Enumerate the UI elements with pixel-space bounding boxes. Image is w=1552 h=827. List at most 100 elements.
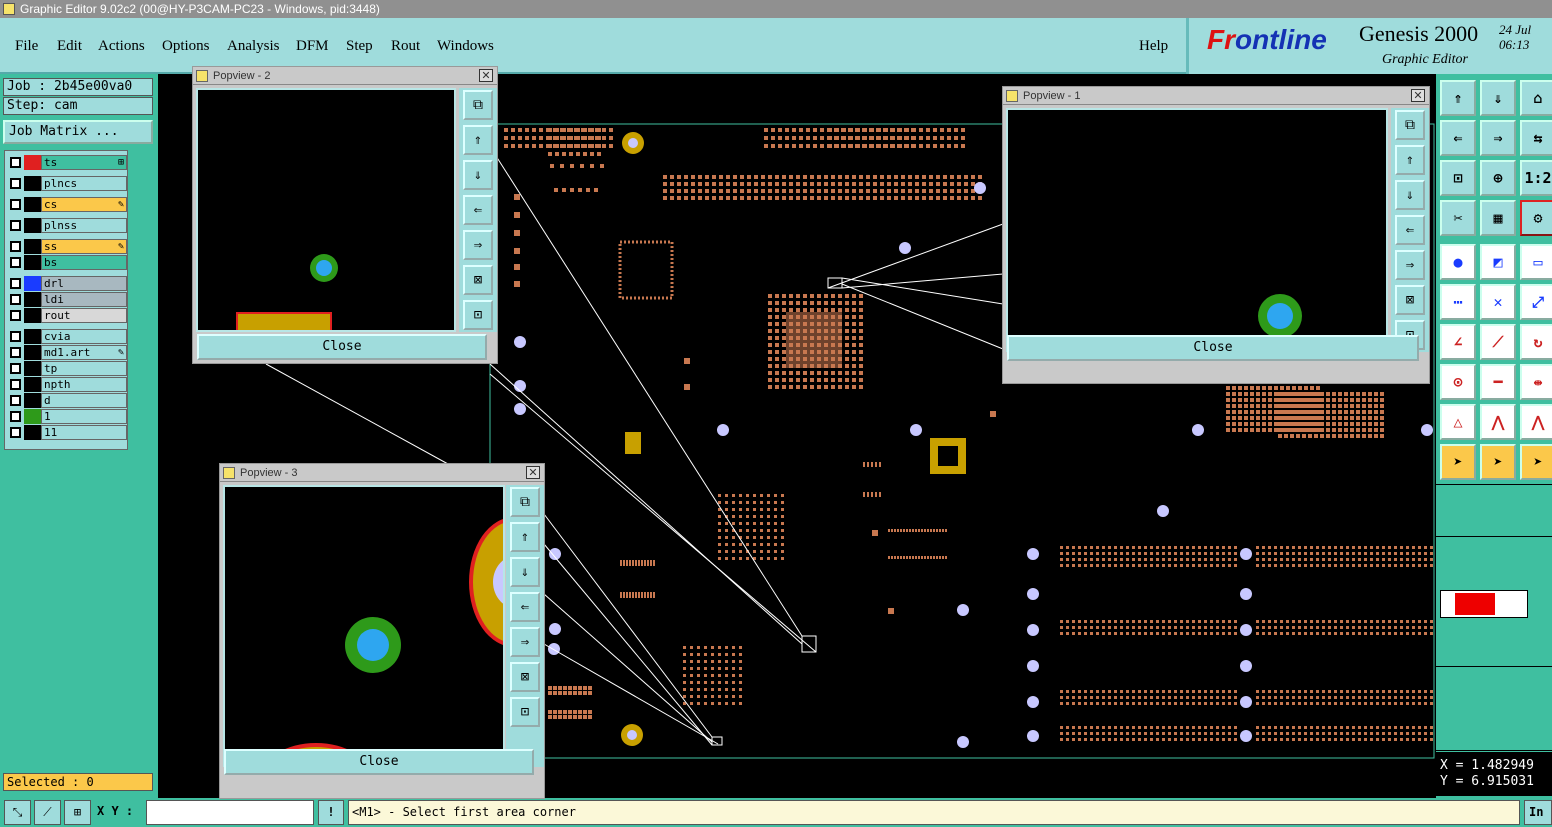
layer-row-bs[interactable]: bs <box>7 255 127 270</box>
layer-name[interactable]: 1 <box>41 409 127 424</box>
popview-1-titlebar[interactable]: Popview - 1 ✕ <box>1003 87 1429 105</box>
close-icon[interactable]: ✕ <box>1411 89 1425 102</box>
layer-checkbox[interactable] <box>10 241 21 252</box>
tool-3-2-icon[interactable]: ⚙ <box>1520 200 1552 236</box>
grid-icon[interactable]: ⊞ <box>64 800 91 825</box>
zoom-window-icon[interactable]: ⧉ <box>510 487 540 517</box>
menu-rout[interactable]: Rout <box>391 38 420 55</box>
tool-7-1-icon[interactable]: ━ <box>1480 364 1516 400</box>
pan-down-icon[interactable]: ⇓ <box>1395 180 1425 210</box>
menu-file[interactable]: File <box>15 38 38 55</box>
tool-4-0-icon[interactable]: ● <box>1440 244 1476 280</box>
layer-color-swatch[interactable] <box>24 176 41 191</box>
layer-checkbox[interactable] <box>10 411 21 422</box>
menu-edit[interactable]: Edit <box>57 38 82 55</box>
layer-name[interactable]: ts ⊞ <box>41 155 127 170</box>
popview-1-viewport[interactable] <box>1006 108 1388 352</box>
tool-5-1-icon[interactable]: ✕ <box>1480 284 1516 320</box>
menu-step[interactable]: Step <box>346 38 373 55</box>
layer-name[interactable]: md1.art ✎ <box>41 345 127 360</box>
zoom-in-icon[interactable]: ⊠ <box>1395 285 1425 315</box>
popview-3-window[interactable]: Popview - 3 ✕ ⧉ ⇑ ⇓ ⇐ ⇒ ⊠ ⊡ Close <box>219 463 545 799</box>
popview-1-window[interactable]: Popview - 1✕⧉⇑⇓⇐⇒⊠⊡Close <box>1002 86 1430 384</box>
menu-windows[interactable]: Windows <box>437 38 494 55</box>
layer-checkbox[interactable] <box>10 220 21 231</box>
menu-analysis[interactable]: Analysis <box>227 38 280 55</box>
popview-1-close-button[interactable]: Close <box>1007 335 1419 361</box>
popview-3-viewport[interactable] <box>223 485 505 767</box>
popview-2-titlebar[interactable]: Popview - 2 ✕ <box>193 67 497 85</box>
tool-1-1-icon[interactable]: ⇒ <box>1480 120 1516 156</box>
layer-row-11[interactable]: 11 <box>7 425 127 440</box>
layer-name[interactable]: ldi <box>41 292 127 307</box>
layer-color-swatch[interactable] <box>24 345 41 360</box>
layer-name[interactable]: drl <box>41 276 127 291</box>
layer-name[interactable]: rout <box>41 308 127 323</box>
layer-color-swatch[interactable] <box>24 377 41 392</box>
zoom-window-icon[interactable]: ⧉ <box>463 90 493 120</box>
close-icon[interactable]: ✕ <box>479 69 493 82</box>
tool-8-2-icon[interactable]: ⋀ <box>1520 404 1552 440</box>
layer-row-npth[interactable]: npth <box>7 377 127 392</box>
tool-4-2-icon[interactable]: ▭ <box>1520 244 1552 280</box>
popview-2-viewport[interactable] <box>196 88 456 332</box>
menu-help[interactable]: Help <box>1139 38 1168 55</box>
menu-actions[interactable]: Actions <box>98 38 145 55</box>
layer-color-swatch[interactable] <box>24 218 41 233</box>
layer-color-swatch[interactable] <box>24 361 41 376</box>
layer-color-swatch[interactable] <box>24 308 41 323</box>
pan-right-icon[interactable]: ⇒ <box>510 627 540 657</box>
tool-0-0-icon[interactable]: ⇑ <box>1440 80 1476 116</box>
layer-checkbox[interactable] <box>10 178 21 189</box>
tool-9-2-icon[interactable]: ➤ <box>1520 444 1552 480</box>
zoom-fit-icon[interactable]: ⤡ <box>4 800 31 825</box>
tool-8-0-icon[interactable]: △ <box>1440 404 1476 440</box>
zoom-out-icon[interactable]: ⊡ <box>463 300 493 330</box>
close-icon[interactable]: ✕ <box>526 466 540 479</box>
pan-down-icon[interactable]: ⇓ <box>510 557 540 587</box>
alert-icon[interactable]: ! <box>318 800 344 825</box>
zoom-window-icon[interactable]: ⧉ <box>1395 110 1425 140</box>
tool-3-1-icon[interactable]: ▦ <box>1480 200 1516 236</box>
layer-row-ldi[interactable]: ldi <box>7 292 127 307</box>
layer-row-rout[interactable]: rout <box>7 308 127 323</box>
layer-row-ss[interactable]: ss ✎ <box>7 239 127 254</box>
layer-name[interactable]: cs ✎ <box>41 197 127 212</box>
job-matrix-button[interactable]: Job Matrix ... <box>3 120 153 144</box>
layer-color-swatch[interactable] <box>24 329 41 344</box>
layer-row-drl[interactable]: drl <box>7 276 127 291</box>
layer-row-plncs[interactable]: plncs <box>7 176 127 191</box>
status-right-button[interactable]: In <box>1524 800 1552 825</box>
layer-color-swatch[interactable] <box>24 239 41 254</box>
measure-icon[interactable]: ⟋ <box>34 800 61 825</box>
layer-name[interactable]: npth <box>41 377 127 392</box>
layer-row-cvia[interactable]: cvia <box>7 329 127 344</box>
layer-name[interactable]: 11 <box>41 425 127 440</box>
layer-checkbox[interactable] <box>10 310 21 321</box>
layer-checkbox[interactable] <box>10 331 21 342</box>
zoom-in-icon[interactable]: ⊠ <box>510 662 540 692</box>
layer-row-d[interactable]: d <box>7 393 127 408</box>
layer-color-swatch[interactable] <box>24 197 41 212</box>
pan-up-icon[interactable]: ⇑ <box>510 522 540 552</box>
layer-checkbox[interactable] <box>10 157 21 168</box>
layer-row-ts[interactable]: ts ⊞ <box>7 155 127 170</box>
xy-input[interactable] <box>146 800 314 825</box>
layer-name[interactable]: bs <box>41 255 127 270</box>
pan-down-icon[interactable]: ⇓ <box>463 160 493 190</box>
pan-left-icon[interactable]: ⇐ <box>463 195 493 225</box>
tool-7-0-icon[interactable]: ⊙ <box>1440 364 1476 400</box>
layer-color-swatch[interactable] <box>24 276 41 291</box>
layer-checkbox[interactable] <box>10 257 21 268</box>
tool-2-2-icon[interactable]: 1:2 <box>1520 160 1552 196</box>
layer-color-swatch[interactable] <box>24 409 41 424</box>
layer-name[interactable]: d <box>41 393 127 408</box>
pan-left-icon[interactable]: ⇐ <box>510 592 540 622</box>
tool-5-0-icon[interactable]: ⋯ <box>1440 284 1476 320</box>
layer-checkbox[interactable] <box>10 395 21 406</box>
popview-2-window[interactable]: Popview - 2 ✕ ⧉ ⇑ ⇓ ⇐ ⇒ ⊠ ⊡ Close <box>192 66 498 364</box>
tool-5-2-icon[interactable]: ⤢ <box>1520 284 1552 320</box>
layer-color-swatch[interactable] <box>24 425 41 440</box>
popview-3-close-button[interactable]: Close <box>224 749 534 775</box>
tool-6-2-icon[interactable]: ↻ <box>1520 324 1552 360</box>
